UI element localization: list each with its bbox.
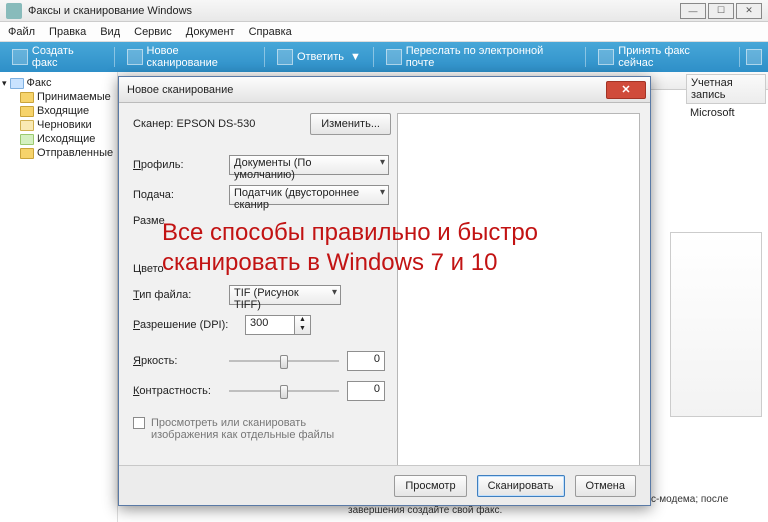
menu-document[interactable]: Документ bbox=[186, 26, 235, 38]
app-icon bbox=[6, 3, 22, 19]
tree-item-inbox[interactable]: Входящие bbox=[2, 104, 115, 118]
brightness-slider[interactable] bbox=[229, 353, 339, 369]
menu-file[interactable]: Файл bbox=[8, 26, 35, 38]
tb-new-scan[interactable]: Новое сканирование bbox=[121, 43, 258, 71]
folder-icon bbox=[20, 106, 34, 117]
folder-icon bbox=[10, 78, 24, 89]
filetype-select[interactable]: TIF (Рисунок TIFF) bbox=[229, 285, 341, 305]
feed-select[interactable]: Податчик (двустороннее сканир bbox=[229, 185, 389, 205]
tree-item-outgoing[interactable]: Исходящие bbox=[2, 132, 115, 146]
filetype-label: Тип файла: bbox=[133, 289, 229, 301]
cancel-button[interactable]: Отмена bbox=[575, 475, 636, 497]
change-scanner-button[interactable]: Изменить... bbox=[310, 113, 391, 135]
account-header[interactable]: Учетная запись bbox=[686, 74, 766, 104]
tree-root-fax[interactable]: ▾Факс bbox=[2, 76, 115, 90]
folder-icon bbox=[20, 120, 34, 131]
scan-button[interactable]: Сканировать bbox=[477, 475, 565, 497]
minimize-button[interactable]: — bbox=[680, 3, 706, 19]
tb-receive[interactable]: Принять факс сейчас bbox=[592, 43, 733, 71]
folder-icon bbox=[20, 134, 34, 145]
separate-files-checkbox bbox=[133, 417, 145, 429]
fax-icon bbox=[12, 49, 28, 65]
feed-label: Подача: bbox=[133, 189, 229, 201]
receive-icon bbox=[598, 49, 614, 65]
dpi-label: Разрешение (DPI): bbox=[133, 319, 245, 331]
scan-preview-area bbox=[397, 113, 640, 483]
tree-item-sent[interactable]: Отправленные bbox=[2, 146, 115, 160]
menu-edit[interactable]: Правка bbox=[49, 26, 86, 38]
tree-item-drafts[interactable]: Черновики bbox=[2, 118, 115, 132]
sidebar: ▾Факс Принимаемые Входящие Черновики Исх… bbox=[0, 72, 118, 522]
size-label: Разме bbox=[133, 215, 229, 227]
maximize-button[interactable]: ☐ bbox=[708, 3, 734, 19]
tb-reply[interactable]: Ответить▼ bbox=[271, 47, 367, 67]
tool-extra-icon[interactable] bbox=[746, 49, 762, 65]
tb-new-fax[interactable]: Создать факс bbox=[6, 43, 108, 71]
menubar: Файл Правка Вид Сервис Документ Справка bbox=[0, 22, 768, 42]
preview-button[interactable]: Просмотр bbox=[394, 475, 466, 497]
toolbar: Создать факс Новое сканирование Ответить… bbox=[0, 42, 768, 72]
brightness-value[interactable]: 0 bbox=[347, 351, 385, 371]
profile-label: Профиль: bbox=[133, 159, 229, 171]
contrast-value[interactable]: 0 bbox=[347, 381, 385, 401]
dialog-title: Новое сканирование bbox=[127, 84, 233, 96]
dpi-input[interactable]: 300 bbox=[245, 315, 295, 335]
folder-icon bbox=[20, 148, 34, 159]
app-title: Факсы и сканирование Windows bbox=[28, 5, 192, 17]
folder-icon bbox=[20, 92, 34, 103]
scan-icon bbox=[127, 49, 143, 65]
menu-view[interactable]: Вид bbox=[100, 26, 120, 38]
menu-help[interactable]: Справка bbox=[249, 26, 292, 38]
new-scan-dialog: Новое сканирование ✕ Сканер: EPSON DS-53… bbox=[118, 76, 651, 506]
close-button[interactable]: ✕ bbox=[736, 3, 762, 19]
dialog-close-button[interactable]: ✕ bbox=[606, 81, 646, 99]
account-value: Microsoft bbox=[686, 104, 766, 122]
preview-pane bbox=[670, 232, 762, 417]
reply-icon bbox=[277, 49, 293, 65]
color-label: Цвето bbox=[133, 263, 229, 275]
brightness-label: Яркость: bbox=[133, 355, 229, 367]
separate-files-label: Просмотреть или сканировать изображения … bbox=[151, 417, 371, 441]
forward-icon bbox=[386, 49, 402, 65]
dpi-spinner[interactable]: ▲▼ bbox=[295, 315, 311, 335]
tb-forward[interactable]: Переслать по электронной почте bbox=[380, 43, 580, 71]
contrast-slider[interactable] bbox=[229, 383, 339, 399]
app-titlebar: Факсы и сканирование Windows — ☐ ✕ bbox=[0, 0, 768, 22]
tree-item-receiving[interactable]: Принимаемые bbox=[2, 90, 115, 104]
profile-select[interactable]: Документы (По умолчанию) bbox=[229, 155, 389, 175]
contrast-label: Контрастность: bbox=[133, 385, 229, 397]
menu-service[interactable]: Сервис bbox=[134, 26, 172, 38]
scanner-label: Сканер: EPSON DS-530 bbox=[133, 118, 255, 130]
